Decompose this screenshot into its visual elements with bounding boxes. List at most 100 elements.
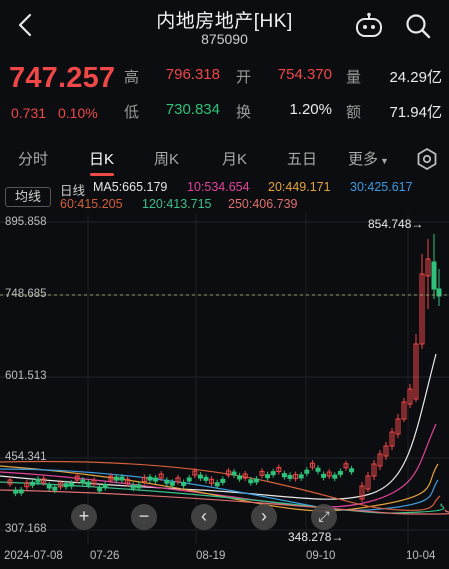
open-label: 开 [236, 69, 252, 86]
min-price-annotation: 348.278→ [288, 530, 344, 544]
candle-body [270, 471, 276, 476]
candle-body [153, 477, 159, 482]
fullscreen-button[interactable]: ⤢ [311, 504, 337, 530]
price-change-percent: 0.10% [58, 105, 98, 121]
ma120-value: 120:413.715 [142, 197, 212, 211]
candle-body [147, 476, 153, 481]
caret-down-icon: ▼ [380, 156, 389, 166]
candle-body [18, 489, 24, 494]
candle-body [321, 473, 327, 478]
candle-body [46, 484, 52, 489]
candle-body [197, 474, 203, 479]
ma30-value: 30:425.617 [350, 180, 413, 194]
scroll-right-button[interactable]: › [251, 504, 277, 530]
zoom-out-button[interactable]: − [131, 504, 157, 530]
turnover-label: 换 [236, 104, 252, 121]
candle-body [332, 474, 338, 479]
open-value: 754.370 [277, 66, 332, 83]
candle-body [337, 470, 343, 475]
candle-body [52, 486, 58, 491]
kline-chart[interactable]: 895.858 748.685 601.513 454.341 307.168 … [0, 214, 449, 569]
x-axis-label-1: 2024-07-08 [4, 550, 63, 562]
candle-body [265, 474, 271, 479]
candle-body [181, 481, 187, 486]
scroll-left-button[interactable]: ‹ [191, 504, 217, 530]
tab-daily-k[interactable]: 日K [89, 148, 114, 169]
candle-body [85, 481, 91, 486]
candle-body [349, 468, 355, 473]
y-axis-label-bottom: 307.168 [5, 523, 47, 535]
moving-average-bar: 均线 日线 MA5:665.179 10:534.654 20:449.171 … [0, 178, 449, 214]
amount-label: 额 [346, 104, 362, 121]
tab-monthly-k[interactable]: 月K [222, 148, 247, 169]
tab-five-day[interactable]: 五日 [287, 148, 317, 169]
moving-average-line [0, 489, 449, 515]
chart-gridlines [0, 214, 449, 544]
y-axis-label-top: 895.858 [5, 216, 47, 228]
candle-body [136, 484, 142, 489]
volume-label: 量 [346, 69, 362, 86]
candle-body [80, 479, 86, 484]
chart-settings-icon[interactable] [415, 147, 439, 171]
quote-panel: 747.257 0.731 0.10% 高 796.318 开 754.370 … [0, 54, 449, 130]
volume-value: 24.29亿 [389, 69, 442, 86]
candle-body [13, 489, 19, 494]
high-label: 高 [124, 69, 140, 86]
candle-body [248, 479, 254, 484]
moving-average-lines [0, 353, 449, 515]
candle-body [214, 482, 220, 487]
kline-chart-canvas [0, 214, 449, 544]
ma60-value: 60:415.205 [60, 197, 123, 211]
high-value: 796.318 [165, 66, 220, 83]
x-axis-label-2: 07-26 [90, 550, 120, 562]
current-price: 747.257 [9, 62, 116, 94]
candle-body [69, 482, 75, 487]
candle-body [203, 476, 209, 481]
moving-average-line [0, 423, 437, 508]
low-value: 730.834 [165, 101, 220, 118]
low-label: 低 [124, 104, 140, 121]
search-icon[interactable] [404, 12, 432, 40]
candle-body [164, 479, 170, 484]
amount-value: 71.94亿 [389, 104, 442, 121]
candle-body [169, 481, 175, 486]
ma-toggle-button[interactable]: 均线 [5, 187, 51, 207]
candle-body [237, 475, 243, 480]
candle-body [97, 487, 103, 492]
candle-body [315, 467, 321, 472]
candle-body [29, 481, 35, 486]
ma5-value: MA5:665.179 [93, 180, 168, 194]
tab-more-label: 更多 [348, 151, 379, 168]
zoom-in-button[interactable]: + [71, 504, 97, 530]
tab-weekly-k[interactable]: 周K [154, 148, 179, 169]
candle-body [253, 478, 259, 483]
tab-more[interactable]: 更多 ▼ [348, 148, 389, 169]
robot-assistant-icon[interactable] [354, 12, 384, 40]
y-axis-label-4: 454.341 [5, 451, 47, 463]
candle-body [119, 476, 125, 481]
candle-body [35, 478, 41, 483]
ma10-value: 10:534.654 [187, 180, 250, 194]
turnover-value: 1.20% [289, 101, 332, 118]
app-header: 内地房地产[HK] 875090 [0, 0, 449, 54]
candle-body [281, 473, 287, 478]
active-tab-indicator [90, 173, 114, 176]
x-axis-label-4: 09-10 [306, 550, 336, 562]
candle-body [298, 474, 304, 479]
candle-body [186, 477, 192, 482]
x-axis-label-5: 10-04 [406, 550, 436, 562]
period-tabs: 分时 日K 周K 月K 五日 更多 ▼ [0, 142, 449, 176]
ma20-value: 20:449.171 [268, 180, 331, 194]
candle-body [102, 484, 108, 489]
candle-body [220, 478, 226, 483]
y-axis-label-2: 748.685 [5, 288, 47, 300]
max-price-annotation: 854.748→ [368, 217, 424, 231]
candle-body [287, 474, 293, 479]
price-change: 0.731 [11, 105, 47, 121]
candle-body [113, 476, 119, 481]
x-axis-label-3: 08-19 [196, 550, 226, 562]
candle-body [231, 471, 237, 476]
candle-body [63, 483, 69, 488]
tab-intraday[interactable]: 分时 [18, 148, 48, 169]
candle-body [431, 261, 437, 290]
